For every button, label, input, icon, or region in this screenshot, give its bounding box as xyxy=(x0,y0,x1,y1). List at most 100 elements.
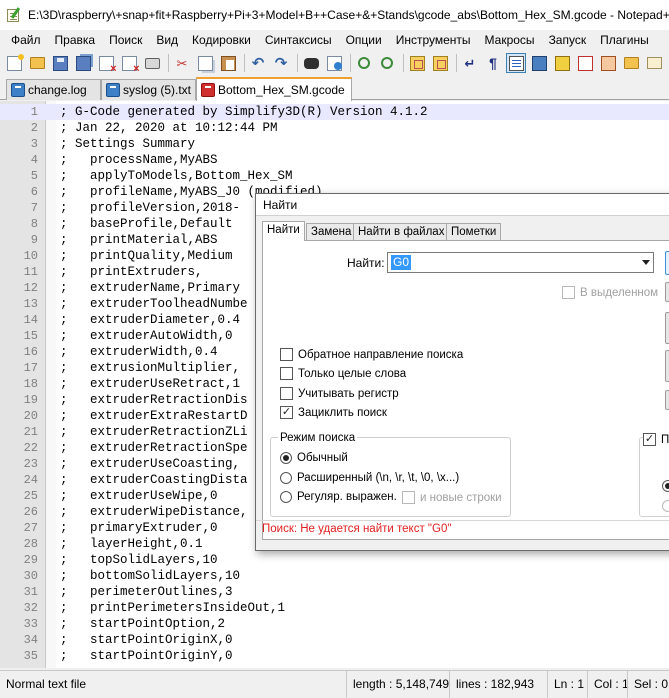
tab-replace[interactable]: Замена xyxy=(306,223,357,240)
zoom-out-button[interactable] xyxy=(377,53,397,73)
wrap-around-checkbox[interactable] xyxy=(280,406,293,419)
code-line[interactable]: 33 ; startPointOption,2 xyxy=(0,616,669,632)
function-list-button[interactable] xyxy=(598,53,618,73)
word-wrap-button[interactable]: ↵ xyxy=(460,53,480,73)
code-text[interactable]: ; printExtruders, xyxy=(60,264,203,280)
menu-language[interactable]: Синтаксисы xyxy=(258,30,339,50)
document-map-button[interactable] xyxy=(575,53,595,73)
close-all-button[interactable] xyxy=(119,53,140,75)
undo-button[interactable]: ↶ xyxy=(248,53,268,73)
code-text[interactable]: ; extruderUseRetract,1 xyxy=(60,376,240,392)
code-text[interactable]: ; startPointOriginY,0 xyxy=(60,648,233,664)
code-text[interactable]: ; extruderRetractionZLi xyxy=(60,424,248,440)
code-text[interactable]: ; baseProfile,Default xyxy=(60,216,233,232)
code-text[interactable]: ; printPerimetersInsideOut,1 xyxy=(60,600,285,616)
fold-button[interactable] xyxy=(552,53,572,73)
menu-run[interactable]: Запуск xyxy=(542,30,594,50)
redo-button[interactable]: ↷ xyxy=(271,53,291,73)
code-line[interactable]: 3 ; Settings Summary xyxy=(0,136,669,152)
match-case-option[interactable]: Учитывать регистр xyxy=(280,387,399,400)
find-what-combo[interactable]: G0 xyxy=(387,252,654,273)
tab-close-icon[interactable]: ✕ xyxy=(350,83,351,97)
code-text[interactable]: ; extruderAutoWidth,0 xyxy=(60,328,233,344)
code-text[interactable]: ; layerHeight,0.1 xyxy=(60,536,203,552)
new-file-button[interactable] xyxy=(4,53,24,73)
code-text[interactable]: ; G-Code generated by Simplify3D(R) Vers… xyxy=(60,104,428,120)
menu-settings[interactable]: Опции xyxy=(339,30,389,50)
mode-regex-option[interactable]: Регуляр. выражен. xyxy=(280,491,397,503)
monitoring-button[interactable] xyxy=(644,53,664,73)
find-all-current-button[interactable] xyxy=(665,312,669,344)
chevron-down-icon[interactable] xyxy=(642,260,650,265)
menu-view[interactable]: Вид xyxy=(149,30,185,50)
code-text[interactable]: ; printQuality,Medium xyxy=(60,248,233,264)
tab-syslog[interactable]: syslog (5).txt xyxy=(101,79,196,100)
mode-extended-radio[interactable] xyxy=(280,472,292,484)
code-text[interactable]: ; extrusionMultiplier, xyxy=(60,360,240,376)
code-text[interactable]: ; extruderName,Primary xyxy=(60,280,240,296)
code-text[interactable]: ; extruderRetractionDis xyxy=(60,392,248,408)
in-selection-option[interactable]: В выделенном xyxy=(562,286,658,299)
save-all-button[interactable] xyxy=(73,53,93,73)
code-line[interactable]: 5 ; applyToModels,Bottom_Hex_SM xyxy=(0,168,669,184)
mode-normal-radio[interactable] xyxy=(280,452,292,464)
menu-tools[interactable]: Инструменты xyxy=(389,30,478,50)
menu-edit[interactable]: Правка xyxy=(48,30,103,50)
save-button[interactable] xyxy=(50,53,70,73)
code-text[interactable]: ; processName,MyABS xyxy=(60,152,218,168)
mode-extended-option[interactable]: Расширенный (\n, \r, \t, \0, \x...) xyxy=(280,472,459,484)
dot-matches-newline-checkbox[interactable] xyxy=(402,491,415,504)
code-line[interactable]: 1 ; G-Code generated by Simplify3D(R) Ver… xyxy=(0,104,669,120)
find-all-opened-button[interactable] xyxy=(665,350,669,382)
transparency-always-radio[interactable] xyxy=(662,500,669,512)
show-all-chars-button[interactable]: ¶ xyxy=(483,53,503,73)
menu-file[interactable]: Файл xyxy=(4,30,48,50)
paste-button[interactable] xyxy=(218,53,238,73)
code-text[interactable]: ; printMaterial,ABS xyxy=(60,232,218,248)
folder-workspace-button[interactable] xyxy=(621,53,641,73)
tab-change-log[interactable]: change.log xyxy=(6,79,101,100)
code-text[interactable]: ; startPointOriginX,0 xyxy=(60,632,233,648)
menu-encoding[interactable]: Кодировки xyxy=(185,30,258,50)
code-text[interactable]: ; extruderWipeDistance, xyxy=(60,504,248,520)
find-next-button[interactable] xyxy=(665,251,669,275)
code-line[interactable]: 35 ; startPointOriginY,0 xyxy=(0,648,669,664)
backward-direction-checkbox[interactable] xyxy=(280,348,293,361)
match-case-checkbox[interactable] xyxy=(280,387,293,400)
code-line[interactable]: 29 ; topSolidLayers,10 xyxy=(0,552,669,568)
transparency-checkbox[interactable] xyxy=(643,433,656,446)
wrap-around-option[interactable]: Зациклить поиск xyxy=(280,406,387,419)
menu-search[interactable]: Поиск xyxy=(102,30,149,50)
code-text[interactable]: ; Jan 22, 2020 at 10:12:44 PM xyxy=(60,120,278,136)
dialog-title[interactable]: Найти xyxy=(256,194,669,216)
code-line[interactable]: 4 ; processName,MyABS xyxy=(0,152,669,168)
mode-normal-option[interactable]: Обычный xyxy=(280,452,348,464)
user-language-button[interactable] xyxy=(529,53,549,73)
code-text[interactable]: ; startPointOption,2 xyxy=(60,616,225,632)
code-text[interactable]: ; extruderDiameter,0.4 xyxy=(60,312,240,328)
whole-word-option[interactable]: Только целые слова xyxy=(280,367,406,380)
code-text[interactable]: ; extruderToolheadNumbe xyxy=(60,296,248,312)
mode-regex-radio[interactable] xyxy=(280,491,292,503)
code-text[interactable]: ; bottomSolidLayers,10 xyxy=(60,568,240,584)
cut-button[interactable]: ✂ xyxy=(172,53,192,73)
transparency-option[interactable]: Пр xyxy=(643,433,669,446)
in-selection-checkbox[interactable] xyxy=(562,286,575,299)
tab-bottom-hex-sm[interactable]: Bottom_Hex_SM.gcode ✕ xyxy=(196,77,352,101)
dot-matches-newline-option[interactable]: и новые строки xyxy=(402,491,502,504)
code-line[interactable]: 31 ; perimeterOutlines,3 xyxy=(0,584,669,600)
whole-word-checkbox[interactable] xyxy=(280,367,293,380)
find-button[interactable] xyxy=(301,53,321,73)
code-text[interactable]: ; profileVersion,2018- xyxy=(60,200,240,216)
code-line[interactable]: 30 ; bottomSolidLayers,10 xyxy=(0,568,669,584)
print-button[interactable] xyxy=(142,53,162,73)
menu-plugins[interactable]: Плагины xyxy=(593,30,656,50)
code-line[interactable]: 32 ; printPerimetersInsideOut,1 xyxy=(0,600,669,616)
code-text[interactable]: ; extruderExtraRestartD xyxy=(60,408,248,424)
sync-horizontal-button[interactable] xyxy=(430,53,450,73)
close-button[interactable] xyxy=(96,53,117,75)
sync-vertical-button[interactable] xyxy=(407,53,427,73)
code-text[interactable]: ; extruderUseWipe,0 xyxy=(60,488,218,504)
tab-find-in-files[interactable]: Найти в файлах xyxy=(353,223,450,240)
tab-find[interactable]: Найти xyxy=(262,221,305,241)
